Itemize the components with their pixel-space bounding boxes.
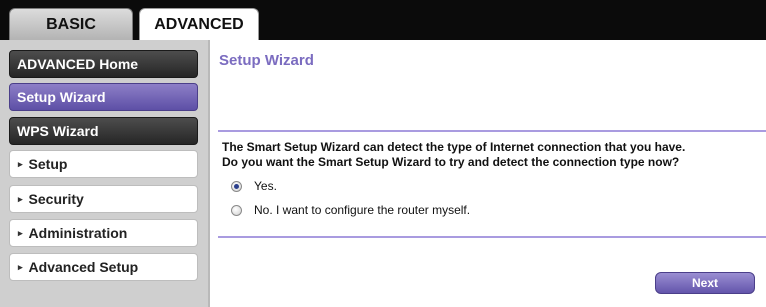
sidebar-item-wps-wizard[interactable]: WPS Wizard [9, 117, 198, 145]
sidebar-item-setup-wizard[interactable]: Setup Wizard [9, 83, 198, 111]
sidebar-item-label: ADVANCED Home [17, 56, 139, 72]
sidebar-item-administration[interactable]: ▸ Administration [9, 219, 198, 247]
sidebar-item-label: WPS Wizard [17, 123, 99, 139]
option-no-label: No. I want to configure the router mysel… [254, 203, 471, 217]
sidebar-item-security[interactable]: ▸ Security [9, 185, 198, 213]
radio-yes[interactable] [231, 180, 242, 192]
sidebar-item-label: Setup [28, 156, 68, 172]
description-line-2: Do you want the Smart Setup Wizard to tr… [222, 155, 680, 169]
sidebar-item-advanced-home[interactable]: ADVANCED Home [9, 50, 198, 78]
sidebar-item-label: Setup Wizard [17, 89, 106, 105]
sidebar-item-label: Administration [28, 225, 128, 241]
expand-arrow-icon: ▸ [18, 261, 23, 272]
sidebar-item-label: Security [28, 191, 84, 207]
sidebar-item-advanced-setup[interactable]: ▸ Advanced Setup [9, 253, 198, 281]
tab-advanced[interactable]: ADVANCED [139, 8, 259, 40]
divider-top [218, 130, 766, 132]
expand-arrow-icon: ▸ [18, 158, 23, 169]
expand-arrow-icon: ▸ [18, 227, 23, 238]
top-tab-bar: BASIC ADVANCED [0, 0, 766, 40]
description-line-1: The Smart Setup Wizard can detect the ty… [222, 140, 686, 154]
expand-arrow-icon: ▸ [18, 193, 23, 204]
sidebar-divider [208, 40, 210, 307]
divider-bottom [218, 236, 766, 238]
tab-basic[interactable]: BASIC [9, 8, 133, 40]
sidebar-item-label: Advanced Setup [28, 259, 139, 275]
option-yes-label: Yes. [254, 179, 277, 193]
radio-no[interactable] [231, 204, 242, 216]
next-button[interactable]: Next [655, 272, 755, 294]
option-no[interactable]: No. I want to configure the router mysel… [231, 203, 470, 217]
page-title: Setup Wizard [219, 52, 314, 69]
sidebar-item-setup[interactable]: ▸ Setup [9, 150, 198, 178]
option-yes[interactable]: Yes. [231, 179, 277, 193]
